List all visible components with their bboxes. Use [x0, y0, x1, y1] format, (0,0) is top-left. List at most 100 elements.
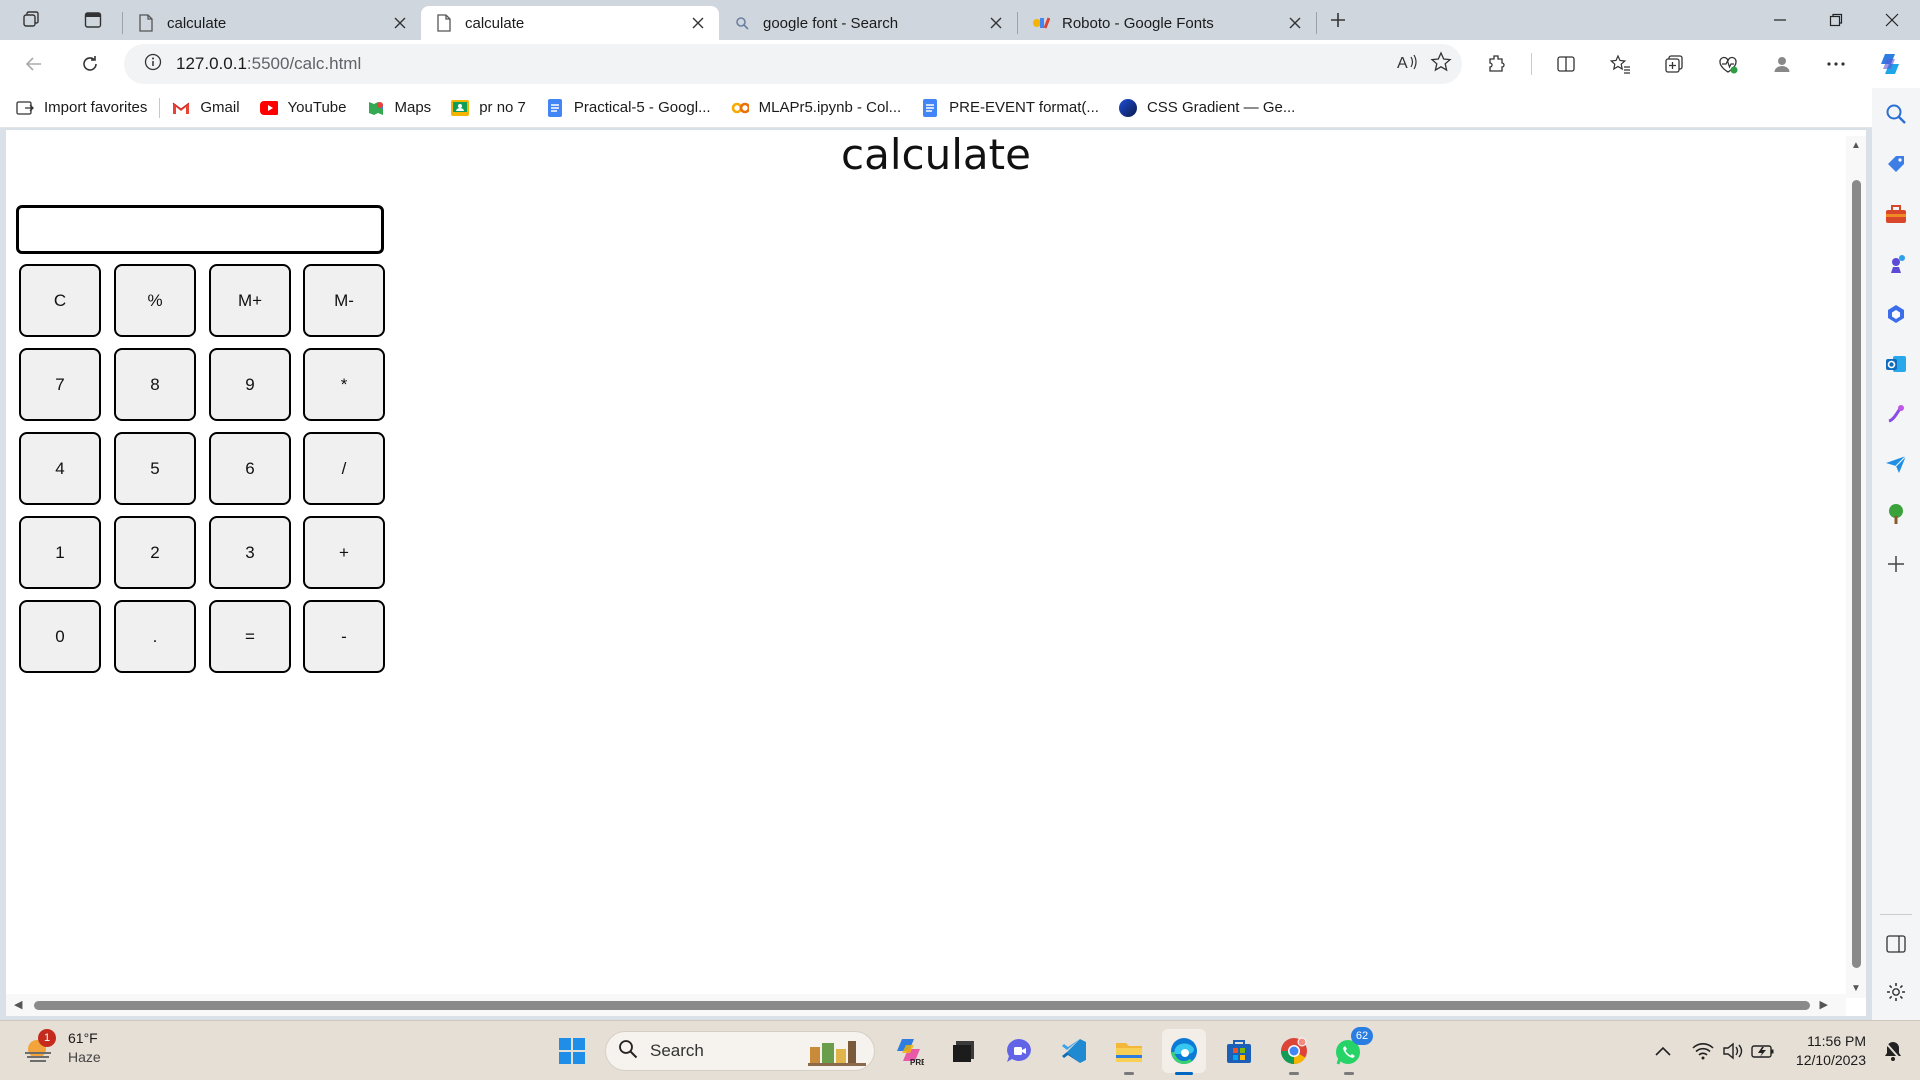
key-memory-plus[interactable]: M+ — [209, 264, 291, 337]
key-6[interactable]: 6 — [209, 432, 291, 505]
tab-actions-icon[interactable] — [72, 0, 114, 40]
key-divide[interactable]: / — [303, 432, 385, 505]
favorite-practical-5[interactable]: Practical-5 - Googl... — [546, 98, 711, 117]
favorite-gmail[interactable]: Gmail — [172, 99, 240, 117]
taskbar-search-box[interactable]: Search — [605, 1031, 875, 1071]
microsoft-store-icon[interactable] — [1217, 1029, 1261, 1073]
favorite-maps[interactable]: Maps — [367, 99, 431, 117]
shopping-tag-icon[interactable] — [1884, 152, 1908, 176]
battery-charging-icon[interactable] — [1750, 1038, 1776, 1064]
tab-calculate-1[interactable]: calculate — [123, 6, 421, 40]
tab-google-font-search[interactable]: google font - Search — [719, 6, 1017, 40]
workspaces-icon[interactable] — [10, 0, 52, 40]
key-2[interactable]: 2 — [114, 516, 196, 589]
tree-icon[interactable] — [1884, 502, 1908, 526]
favorite-mlapr5[interactable]: MLAPr5.ipynb - Col... — [731, 99, 901, 117]
key-memory-minus[interactable]: M- — [303, 264, 385, 337]
favorite-import[interactable]: Import favorites — [16, 99, 147, 117]
favorite-pr-no-7[interactable]: pr no 7 — [451, 99, 526, 117]
vscode-icon[interactable] — [1052, 1029, 1096, 1073]
edge-browser-icon[interactable] — [1162, 1029, 1206, 1075]
system-tray: 11:56 PM 12/10/2023 — [1650, 1021, 1920, 1080]
restore-icon[interactable] — [1808, 0, 1864, 40]
sidebar-toggle-icon[interactable] — [1884, 932, 1908, 956]
vertical-scrollbar[interactable]: ▲ ▼ — [1846, 136, 1866, 998]
scroll-right-arrow-icon[interactable]: ▶ — [1820, 998, 1828, 1011]
horizontal-scrollbar[interactable]: ◀ ▶ — [6, 994, 1846, 1016]
favorite-star-icon[interactable] — [1430, 50, 1452, 78]
key-4[interactable]: 4 — [19, 432, 101, 505]
key-minus[interactable]: - — [303, 600, 385, 673]
scroll-down-arrow-icon[interactable]: ▼ — [1851, 983, 1861, 994]
close-icon[interactable] — [687, 12, 709, 34]
key-multiply[interactable]: * — [303, 348, 385, 421]
favorites-icon[interactable] — [1600, 44, 1640, 84]
calculator-display[interactable] — [16, 205, 384, 254]
volume-icon[interactable] — [1720, 1038, 1746, 1064]
new-tab-icon[interactable] — [1317, 0, 1359, 40]
task-view-icon[interactable] — [942, 1029, 986, 1073]
key-plus[interactable]: + — [303, 516, 385, 589]
chrome-icon[interactable] — [1272, 1029, 1316, 1075]
search-icon[interactable] — [1884, 102, 1908, 126]
vertical-scroll-thumb[interactable] — [1852, 180, 1861, 968]
close-icon[interactable] — [1284, 12, 1306, 34]
tab-calculate-2[interactable]: calculate — [421, 6, 719, 40]
close-icon[interactable] — [389, 12, 411, 34]
teams-chat-icon[interactable] — [997, 1029, 1041, 1073]
key-9[interactable]: 9 — [209, 348, 291, 421]
tab-title: calculate — [465, 14, 525, 32]
key-5[interactable]: 5 — [114, 432, 196, 505]
svg-text:PRE: PRE — [910, 1058, 924, 1066]
scroll-left-arrow-icon[interactable]: ◀ — [14, 998, 22, 1011]
info-icon[interactable] — [144, 53, 162, 76]
settings-gear-icon[interactable] — [1884, 980, 1908, 1004]
minimize-icon[interactable] — [1752, 0, 1808, 40]
split-screen-icon[interactable] — [1546, 44, 1586, 84]
more-menu-icon[interactable] — [1816, 44, 1856, 84]
favorite-youtube[interactable]: YouTube — [259, 99, 347, 117]
back-arrow-icon[interactable] — [14, 44, 54, 84]
chevron-up-icon[interactable] — [1650, 1038, 1676, 1064]
favorite-css-gradient[interactable]: CSS Gradient — Ge... — [1118, 98, 1295, 117]
outlook-icon[interactable] — [1884, 352, 1908, 376]
key-0[interactable]: 0 — [19, 600, 101, 673]
browser-essentials-icon[interactable] — [1708, 44, 1748, 84]
tools-briefcase-icon[interactable] — [1884, 202, 1908, 226]
collections-icon[interactable] — [1654, 44, 1694, 84]
wifi-icon[interactable] — [1690, 1038, 1716, 1064]
tab-roboto-google-fonts[interactable]: Roboto - Google Fonts — [1018, 6, 1316, 40]
favorite-pre-event[interactable]: PRE-EVENT format(... — [921, 98, 1099, 117]
profile-avatar-icon[interactable] — [1762, 44, 1802, 84]
microsoft-365-icon[interactable] — [1884, 302, 1908, 326]
horizontal-scroll-thumb[interactable] — [34, 1001, 1810, 1010]
notifications-bell-icon[interactable] — [1880, 1038, 1906, 1064]
close-window-icon[interactable] — [1864, 0, 1920, 40]
scroll-up-arrow-icon[interactable]: ▲ — [1851, 140, 1861, 151]
designer-icon[interactable] — [1884, 402, 1908, 426]
copilot-icon[interactable] — [1870, 44, 1910, 84]
send-icon[interactable] — [1884, 452, 1908, 476]
key-7[interactable]: 7 — [19, 348, 101, 421]
extensions-icon[interactable] — [1477, 44, 1517, 84]
url-text[interactable]: 127.0.0.1:5500/calc.html — [176, 54, 361, 74]
close-icon[interactable] — [985, 12, 1007, 34]
refresh-icon[interactable] — [70, 44, 110, 84]
games-icon[interactable] — [1884, 252, 1908, 276]
key-percent[interactable]: % — [114, 264, 196, 337]
address-bar[interactable]: 127.0.0.1:5500/calc.html A — [124, 44, 1462, 84]
read-aloud-icon[interactable]: A — [1396, 52, 1418, 77]
add-icon[interactable] — [1884, 552, 1908, 576]
key-clear[interactable]: C — [19, 264, 101, 337]
file-explorer-icon[interactable] — [1107, 1029, 1151, 1075]
key-1[interactable]: 1 — [19, 516, 101, 589]
key-equals[interactable]: = — [209, 600, 291, 673]
system-clock[interactable]: 11:56 PM 12/10/2023 — [1796, 1032, 1866, 1070]
whatsapp-icon[interactable]: 62 — [1327, 1027, 1373, 1075]
weather-widget[interactable]: 1 61°F Haze — [22, 1029, 101, 1067]
copilot-preview-icon[interactable]: PRE — [887, 1029, 931, 1073]
key-8[interactable]: 8 — [114, 348, 196, 421]
key-decimal[interactable]: . — [114, 600, 196, 673]
start-windows-icon[interactable] — [550, 1029, 594, 1073]
key-3[interactable]: 3 — [209, 516, 291, 589]
